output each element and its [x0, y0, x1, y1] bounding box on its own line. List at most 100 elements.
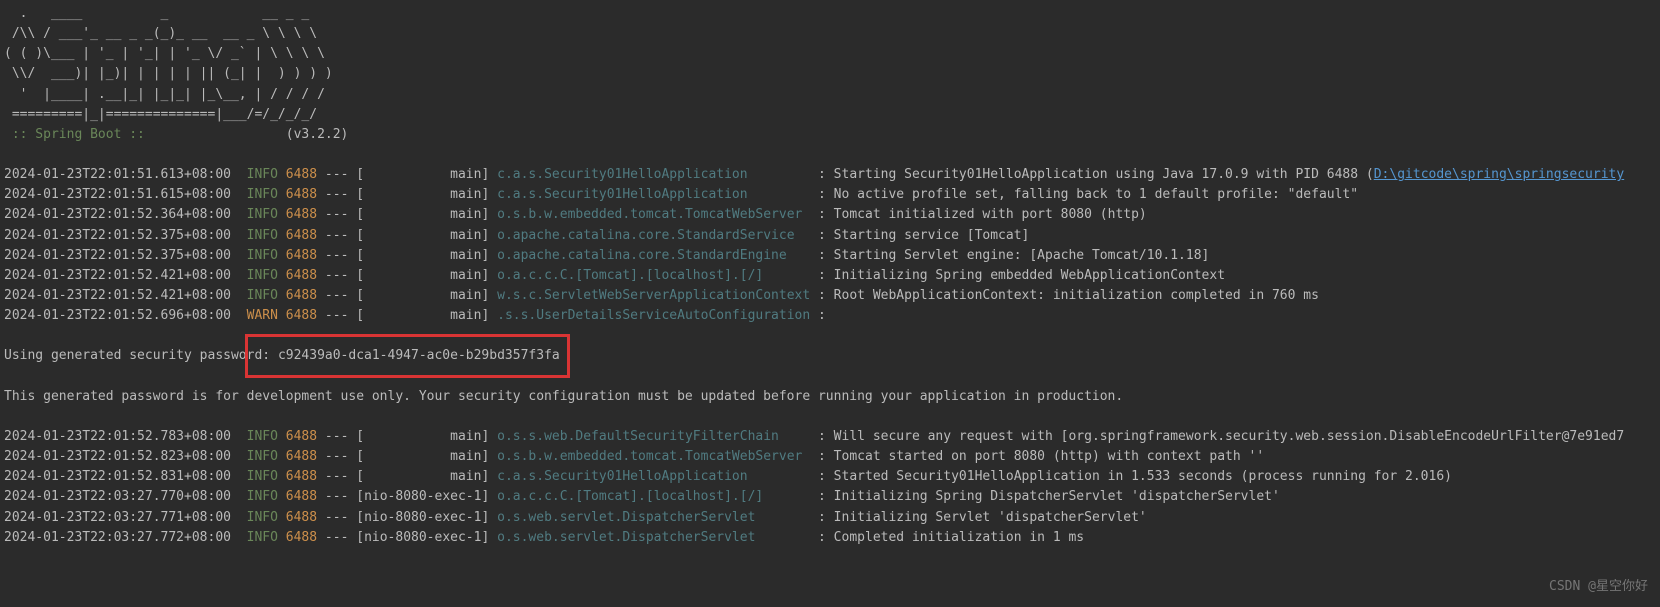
log-level: INFO [247, 248, 278, 263]
log-level: INFO [247, 489, 278, 504]
log-logger: o.s.b.w.embedded.tomcat.TomcatWebServer [497, 449, 818, 464]
log-timestamp: 2024-01-23T22:03:27.772+08:00 [4, 530, 247, 545]
log-pid: 6488 [286, 308, 317, 323]
log-level: WARN [247, 308, 278, 323]
log-timestamp: 2024-01-23T22:03:27.770+08:00 [4, 489, 247, 504]
console-output[interactable]: . ____ _ __ _ _ /\\ / ___'_ __ _ _(_)_ _… [4, 4, 1656, 548]
log-message: : No active profile set, falling back to… [818, 187, 1358, 202]
log-message: : Completed initialization in 1 ms [818, 530, 1084, 545]
log-sep: --- [ [317, 308, 364, 323]
log-row: 2024-01-23T22:01:52.375+08:00 INFO 6488 … [4, 246, 1656, 266]
log-logger: .s.s.UserDetailsServiceAutoConfiguration [497, 308, 818, 323]
log-sep: --- [ [317, 288, 364, 303]
log-sep: --- [ [317, 449, 364, 464]
log-pid: 6488 [286, 248, 317, 263]
log-timestamp: 2024-01-23T22:03:27.771+08:00 [4, 510, 247, 525]
log-thread: main [364, 207, 481, 222]
log-level: INFO [247, 167, 278, 182]
log-level: INFO [247, 187, 278, 202]
log-row: 2024-01-23T22:01:52.831+08:00 INFO 6488 … [4, 467, 1656, 487]
ascii-art-line: ( ( )\___ | '_ | '_| | '_ \/ _` | \ \ \ … [4, 44, 1656, 64]
log-timestamp: 2024-01-23T22:01:51.615+08:00 [4, 187, 247, 202]
log-row: 2024-01-23T22:03:27.771+08:00 INFO 6488 … [4, 508, 1656, 528]
log-timestamp: 2024-01-23T22:01:52.783+08:00 [4, 429, 247, 444]
log-message: : Initializing Spring embedded WebApplic… [818, 268, 1225, 283]
log-thread: main [364, 187, 481, 202]
watermark: CSDN @星空你好 [1549, 577, 1648, 597]
spring-boot-banner: :: Spring Boot :: (v3.2.2) [4, 125, 1656, 145]
log-timestamp: 2024-01-23T22:01:51.613+08:00 [4, 167, 247, 182]
log-pid: 6488 [286, 449, 317, 464]
log-logger: o.s.b.w.embedded.tomcat.TomcatWebServer [497, 207, 818, 222]
log-sep: --- [ [317, 489, 364, 504]
log-row: 2024-01-23T22:01:52.364+08:00 INFO 6488 … [4, 205, 1656, 225]
log-timestamp: 2024-01-23T22:01:52.364+08:00 [4, 207, 247, 222]
log-pid: 6488 [286, 288, 317, 303]
log-logger: o.apache.catalina.core.StandardService [497, 228, 818, 243]
log-pid: 6488 [286, 207, 317, 222]
log-sep: --- [ [317, 530, 364, 545]
log-row: 2024-01-23T22:01:52.696+08:00 WARN 6488 … [4, 306, 1656, 326]
log-pid: 6488 [286, 187, 317, 202]
log-message: : Will secure any request with [org.spri… [818, 429, 1624, 444]
log-sep: --- [ [317, 510, 364, 525]
ascii-art-line: =========|_|==============|___/=/_/_/_/ [4, 105, 1656, 125]
password-highlight-box [245, 334, 570, 378]
log-level: INFO [247, 449, 278, 464]
log-logger: o.a.c.c.C.[Tomcat].[localhost].[/] [497, 268, 818, 283]
log-path-link[interactable]: D:\gitcode\spring\springsecurity [1374, 167, 1624, 182]
password-label: Using generated security password: [4, 348, 278, 363]
log-timestamp: 2024-01-23T22:01:52.421+08:00 [4, 268, 247, 283]
log-thread: nio-8080-exec-1 [364, 510, 481, 525]
log-sep: --- [ [317, 248, 364, 263]
log-thread: nio-8080-exec-1 [364, 530, 481, 545]
log-thread: main [364, 268, 481, 283]
password-note: This generated password is for developme… [4, 387, 1656, 407]
log-level: INFO [247, 228, 278, 243]
log-row: 2024-01-23T22:01:52.421+08:00 INFO 6488 … [4, 266, 1656, 286]
log-logger: o.s.web.servlet.DispatcherServlet [497, 510, 818, 525]
log-row: 2024-01-23T22:01:52.823+08:00 INFO 6488 … [4, 447, 1656, 467]
log-pid: 6488 [286, 489, 317, 504]
log-level: INFO [247, 530, 278, 545]
log-sep: --- [ [317, 228, 364, 243]
ascii-art-line: \\/ ___)| |_)| | | | | || (_| | ) ) ) ) [4, 64, 1656, 84]
log-pid: 6488 [286, 530, 317, 545]
log-thread: main [364, 288, 481, 303]
log-thread: main [364, 429, 481, 444]
log-thread: main [364, 248, 481, 263]
log-logger: o.apache.catalina.core.StandardEngine [497, 248, 818, 263]
log-sep: --- [ [317, 429, 364, 444]
log-thread: main [364, 469, 481, 484]
log-timestamp: 2024-01-23T22:01:52.831+08:00 [4, 469, 247, 484]
log-timestamp: 2024-01-23T22:01:52.696+08:00 [4, 308, 247, 323]
ascii-art-line: . ____ _ __ _ _ [4, 4, 1656, 24]
banner-version: (v3.2.2) [145, 127, 349, 142]
log-logger: c.a.s.Security01HelloApplication [497, 167, 818, 182]
log-level: INFO [247, 288, 278, 303]
log-pid: 6488 [286, 469, 317, 484]
log-thread: main [364, 449, 481, 464]
log-pid: 6488 [286, 510, 317, 525]
log-message: : Starting Servlet engine: [Apache Tomca… [818, 248, 1209, 263]
log-sep: --- [ [317, 167, 364, 182]
log-pid: 6488 [286, 268, 317, 283]
log-row: 2024-01-23T22:01:52.421+08:00 INFO 6488 … [4, 286, 1656, 306]
log-message: : [818, 308, 834, 323]
log-row: 2024-01-23T22:03:27.772+08:00 INFO 6488 … [4, 528, 1656, 548]
log-level: INFO [247, 268, 278, 283]
log-level: INFO [247, 510, 278, 525]
log-message: : Tomcat initialized with port 8080 (htt… [818, 207, 1147, 222]
log-message: : Tomcat started on port 8080 (http) wit… [818, 449, 1264, 464]
log-row: 2024-01-23T22:01:52.375+08:00 INFO 6488 … [4, 226, 1656, 246]
log-logger: o.s.web.servlet.DispatcherServlet [497, 530, 818, 545]
log-message: : Starting service [Tomcat] [818, 228, 1029, 243]
log-thread: main [364, 167, 481, 182]
log-thread: main [364, 308, 481, 323]
ascii-art-line: ' |____| .__|_| |_|_| |_\__, | / / / / [4, 85, 1656, 105]
log-logger: c.a.s.Security01HelloApplication [497, 469, 818, 484]
log-sep: --- [ [317, 469, 364, 484]
log-logger: o.s.s.web.DefaultSecurityFilterChain [497, 429, 818, 444]
log-pid: 6488 [286, 167, 317, 182]
log-logger: c.a.s.Security01HelloApplication [497, 187, 818, 202]
